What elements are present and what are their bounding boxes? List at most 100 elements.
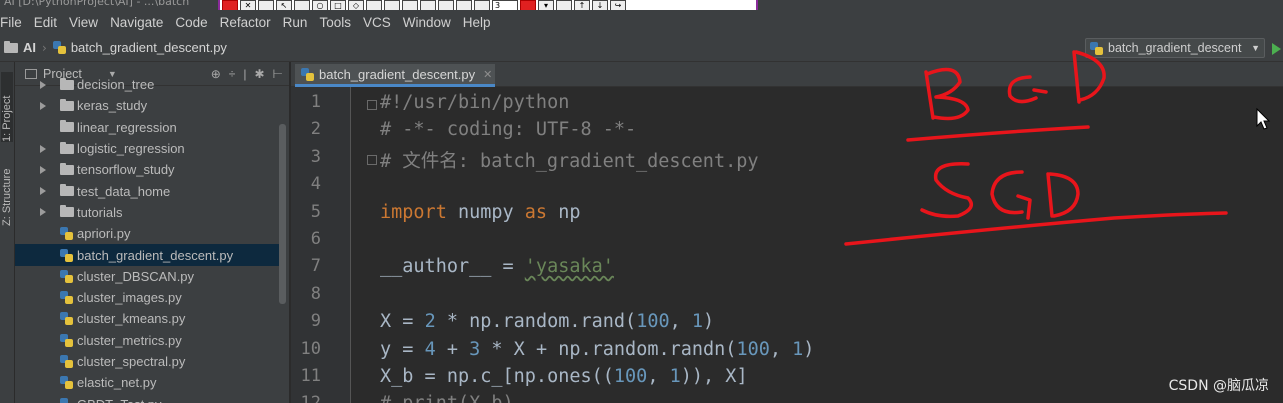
code-editor[interactable]: #!/usr/bin/python # -*- coding: UTF-8 -*-… — [352, 87, 1283, 403]
code-token: * np.random.rand( — [435, 311, 637, 333]
python-file-icon — [60, 355, 78, 369]
chevron-right-icon[interactable] — [40, 208, 46, 217]
code-token: , — [769, 338, 793, 360]
python-file-icon — [60, 312, 78, 326]
python-shape-icon — [60, 248, 73, 262]
tree-item-label: batch_gradient_descent.py — [77, 247, 234, 263]
code-token: X_b = np.c_[np.ones(( — [380, 366, 614, 387]
tree-file-item[interactable]: GBDT_Test.py — [15, 394, 280, 403]
chevron-down-icon: ▼ — [1251, 43, 1260, 53]
code-token: 2 — [424, 311, 436, 333]
watermark: CSDN @脑瓜凉 — [1168, 378, 1269, 394]
code-token: , — [669, 311, 692, 333]
menu-help[interactable]: Help — [463, 15, 491, 30]
tree-file-item[interactable]: elastic_net.py — [15, 372, 280, 393]
tree-item-label: apriori.py — [77, 226, 131, 242]
tree-file-item[interactable]: apriori.py — [15, 223, 280, 244]
python-file-icon — [60, 248, 78, 262]
python-file-icon — [60, 269, 78, 283]
chevron-right-icon[interactable] — [40, 187, 46, 196]
tree-file-item[interactable]: batch_gradient_descent.py — [15, 244, 280, 266]
run-icon[interactable] — [1272, 43, 1281, 55]
menu-tools[interactable]: Tools — [319, 15, 351, 30]
menu-refactor[interactable]: Refactor — [220, 15, 271, 30]
menu-edit[interactable]: Edit — [34, 15, 57, 30]
menu-view[interactable]: View — [69, 15, 98, 30]
tree-file-item[interactable]: cluster_DBSCAN.py — [15, 266, 280, 287]
project-scrollbar[interactable] — [279, 124, 286, 304]
run-configuration-select[interactable]: batch_gradient_descent ▼ — [1085, 38, 1265, 58]
code-line: X_b = np.c_[np.ones((100, 1)), X] — [380, 366, 748, 387]
line-number: 4 — [310, 174, 321, 195]
code-line: __author__ = 'yasaka' — [380, 256, 614, 277]
tree-item-label: elastic_net.py — [77, 375, 157, 391]
code-token: __author__ = — [380, 256, 525, 278]
code-token: y = — [380, 338, 425, 360]
chevron-right-icon[interactable] — [40, 80, 46, 89]
breadcrumb-project[interactable]: AI — [4, 40, 36, 55]
tree-folder-item[interactable]: test_data_home — [15, 181, 280, 202]
breadcrumb-file[interactable]: batch_gradient_descent.py — [52, 40, 227, 55]
code-token: # print(X_b) — [380, 393, 514, 403]
python-file-icon — [60, 376, 78, 390]
folder-icon — [4, 40, 18, 53]
close-icon[interactable]: ✕ — [483, 68, 492, 81]
tree-folder-item[interactable]: keras_study — [15, 95, 280, 116]
window-title: AI [D:\PythonProject\AI] - ...\batch — [4, 0, 190, 8]
menu-navigate[interactable]: Navigate — [110, 15, 163, 30]
code-token: # -*- coding: UTF-8 -*- — [380, 119, 637, 141]
chevron-right-icon[interactable] — [40, 101, 46, 110]
chevron-right-icon[interactable] — [40, 165, 46, 174]
fold-marker-icon[interactable] — [367, 100, 377, 110]
code-token: # 文件名: batch_gradient_descent.py — [380, 150, 759, 172]
menu-run[interactable]: Run — [283, 15, 308, 30]
fold-marker-icon[interactable] — [367, 154, 377, 165]
tool-tab-structure[interactable]: Z: Structure — [1, 162, 13, 226]
editor-tab-bar: batch_gradient_descent.py ✕ — [291, 62, 1283, 87]
python-file-icon — [60, 227, 78, 241]
chevron-right-icon[interactable] — [40, 144, 46, 153]
code-line: import numpy as np — [380, 202, 581, 223]
tree-item-label: cluster_DBSCAN.py — [77, 268, 195, 284]
line-number: 7 — [310, 256, 321, 277]
tool-tab-project[interactable]: 1: Project — [1, 72, 13, 142]
tree-folder-item[interactable]: decision_tree — [15, 74, 280, 95]
tree-file-item[interactable]: cluster_spectral.py — [15, 351, 280, 372]
folder-shape-icon — [60, 184, 74, 197]
breadcrumb-project-label: AI — [23, 40, 36, 55]
code-line: X = 2 * np.random.rand(100, 1) — [380, 311, 714, 332]
code-token: X = — [380, 311, 425, 333]
tab-label: batch_gradient_descent.py — [319, 66, 476, 82]
tree-item-label: cluster_kmeans.py — [77, 311, 186, 327]
tree-item-label: keras_study — [77, 98, 148, 114]
breadcrumb-separator-icon: › — [42, 40, 47, 55]
breadcrumb-file-label: batch_gradient_descent.py — [70, 40, 227, 55]
tree-file-item[interactable]: cluster_metrics.py — [15, 330, 280, 351]
tree-file-item[interactable]: cluster_images.py — [15, 287, 280, 308]
code-token: 1 — [691, 311, 704, 333]
python-shape-icon — [60, 397, 73, 403]
tree-folder-item[interactable]: linear_regression — [15, 117, 280, 138]
menu-vcs[interactable]: VCS — [363, 15, 391, 30]
code-line: #!/usr/bin/python — [380, 92, 569, 113]
python-file-icon — [60, 291, 78, 305]
python-shape-icon — [60, 312, 73, 326]
menu-bar: File Edit View Navigate Code Refactor Ru… — [0, 10, 1283, 34]
line-number: 8 — [310, 283, 321, 304]
tree-folder-item[interactable]: logistic_regression — [15, 138, 280, 159]
code-token: )), X] — [680, 366, 748, 387]
tab-batch-gradient-descent[interactable]: batch_gradient_descent.py ✕ — [295, 64, 495, 87]
folder-shape-icon — [60, 77, 74, 90]
tree-folder-item[interactable]: tutorials — [15, 202, 280, 223]
menu-code[interactable]: Code — [175, 15, 207, 30]
menu-window[interactable]: Window — [403, 15, 451, 30]
line-number: 11 — [300, 366, 321, 386]
code-token: 100 — [736, 338, 770, 360]
project-panel: Project ▼ ⊕ ÷ | ✱ ⊢ decision_tree keras_s… — [15, 62, 290, 403]
menu-file[interactable]: File — [0, 15, 22, 30]
tree-folder-item[interactable]: tensorflow_study — [15, 159, 280, 180]
code-token: as — [524, 201, 548, 223]
tree-file-item[interactable]: cluster_kmeans.py — [15, 308, 280, 329]
python-shape-icon — [60, 269, 73, 283]
code-line: # -*- coding: UTF-8 -*- — [380, 119, 636, 140]
